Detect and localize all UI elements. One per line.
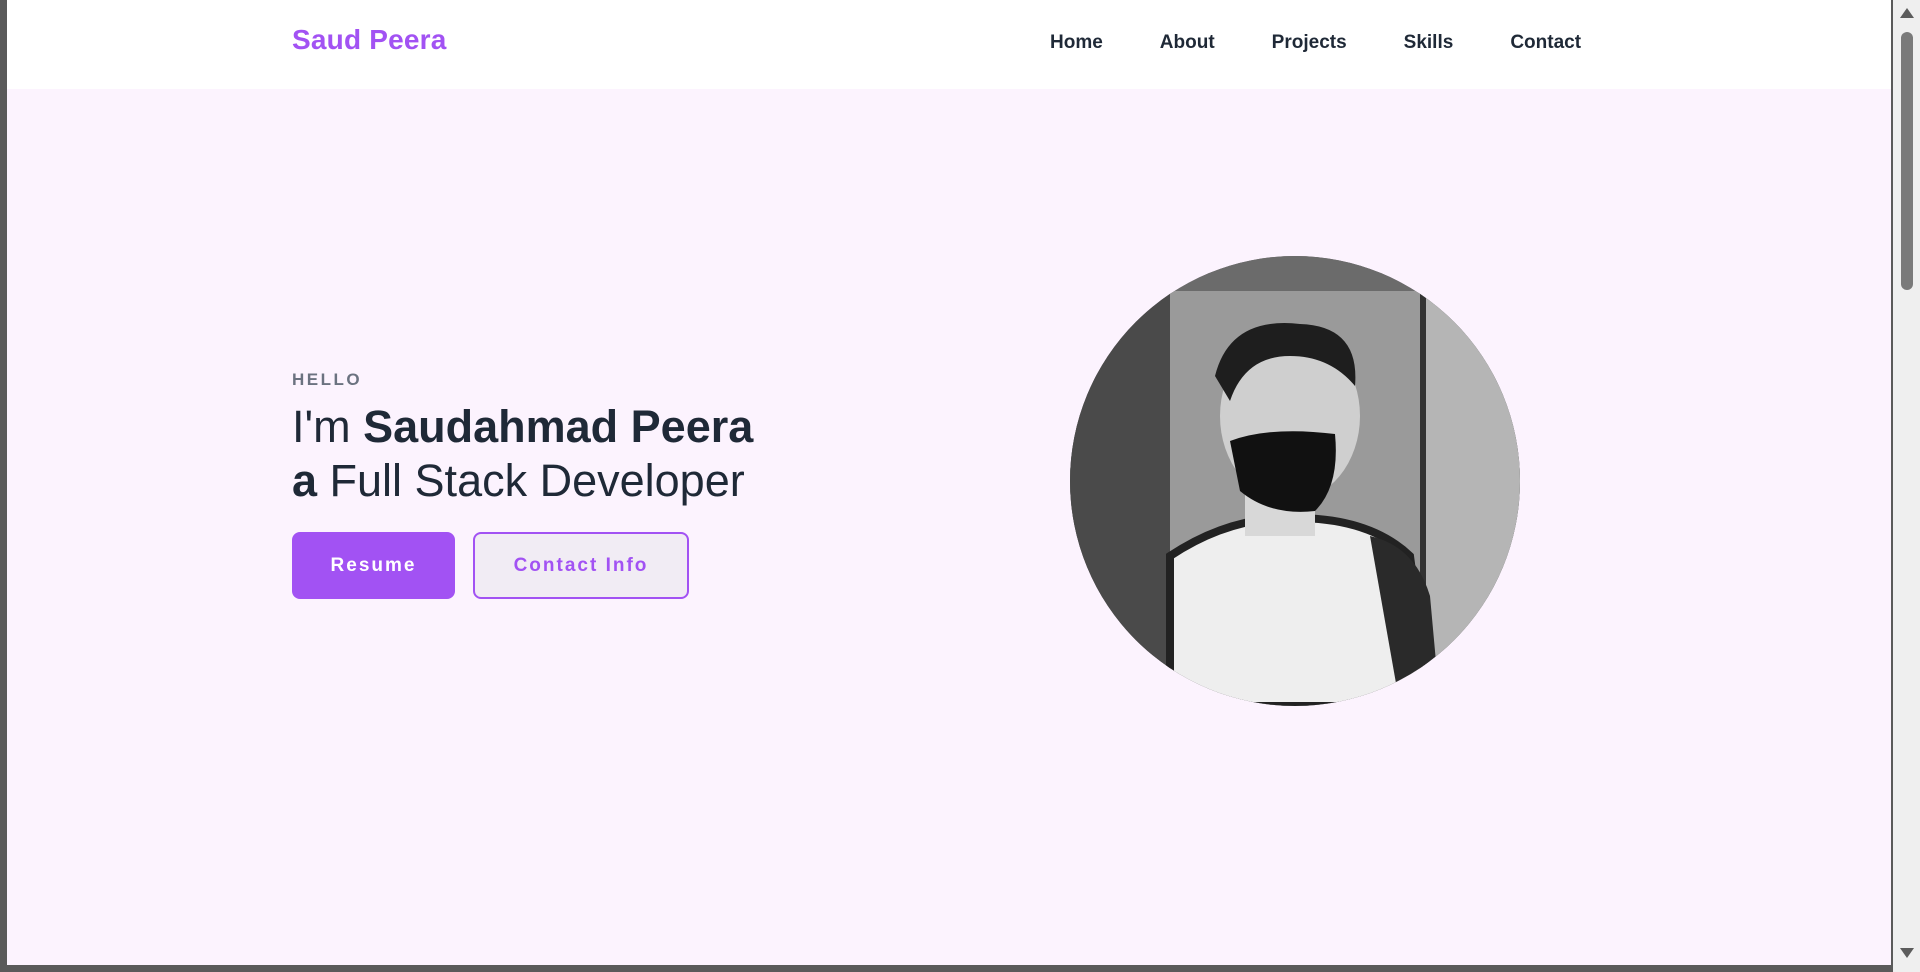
- brand-logo[interactable]: Saud Peera: [292, 24, 447, 56]
- portrait-illustration: [1070, 256, 1520, 706]
- hero-buttons: Resume Contact Info: [292, 532, 753, 599]
- hero-headline: I'm Saudahmad Peera a Full Stack Develop…: [292, 400, 753, 508]
- scroll-down-icon[interactable]: [1900, 948, 1914, 958]
- profile-photo: [1070, 256, 1520, 706]
- main-nav: Home About Projects Skills Contact: [1050, 32, 1581, 54]
- nav-projects[interactable]: Projects: [1272, 32, 1347, 54]
- photo-bg-left: [1070, 256, 1170, 706]
- nav-contact[interactable]: Contact: [1510, 32, 1581, 54]
- nav-about[interactable]: About: [1160, 32, 1215, 54]
- hero-section: HELLO I'm Saudahmad Peera a Full Stack D…: [292, 370, 753, 599]
- headline-role: Full Stack Developer: [317, 455, 745, 506]
- headline-prefix: I'm: [292, 401, 364, 452]
- hero-eyebrow: HELLO: [292, 370, 363, 389]
- navbar: Saud Peera Home About Projects Skills Co…: [7, 0, 1891, 89]
- page-viewport: Saud Peera Home About Projects Skills Co…: [7, 0, 1891, 965]
- nav-skills[interactable]: Skills: [1404, 32, 1454, 54]
- headline-name: Saudahmad Peera: [363, 401, 754, 452]
- nav-home[interactable]: Home: [1050, 32, 1103, 54]
- scroll-thumb[interactable]: [1901, 32, 1913, 290]
- headline-article: a: [292, 455, 318, 506]
- resume-button[interactable]: Resume: [292, 532, 455, 599]
- scrollbar[interactable]: [1893, 0, 1920, 972]
- contact-info-button[interactable]: Contact Info: [473, 532, 689, 599]
- photo-bg-right: [1425, 256, 1520, 706]
- scroll-up-icon[interactable]: [1900, 8, 1914, 18]
